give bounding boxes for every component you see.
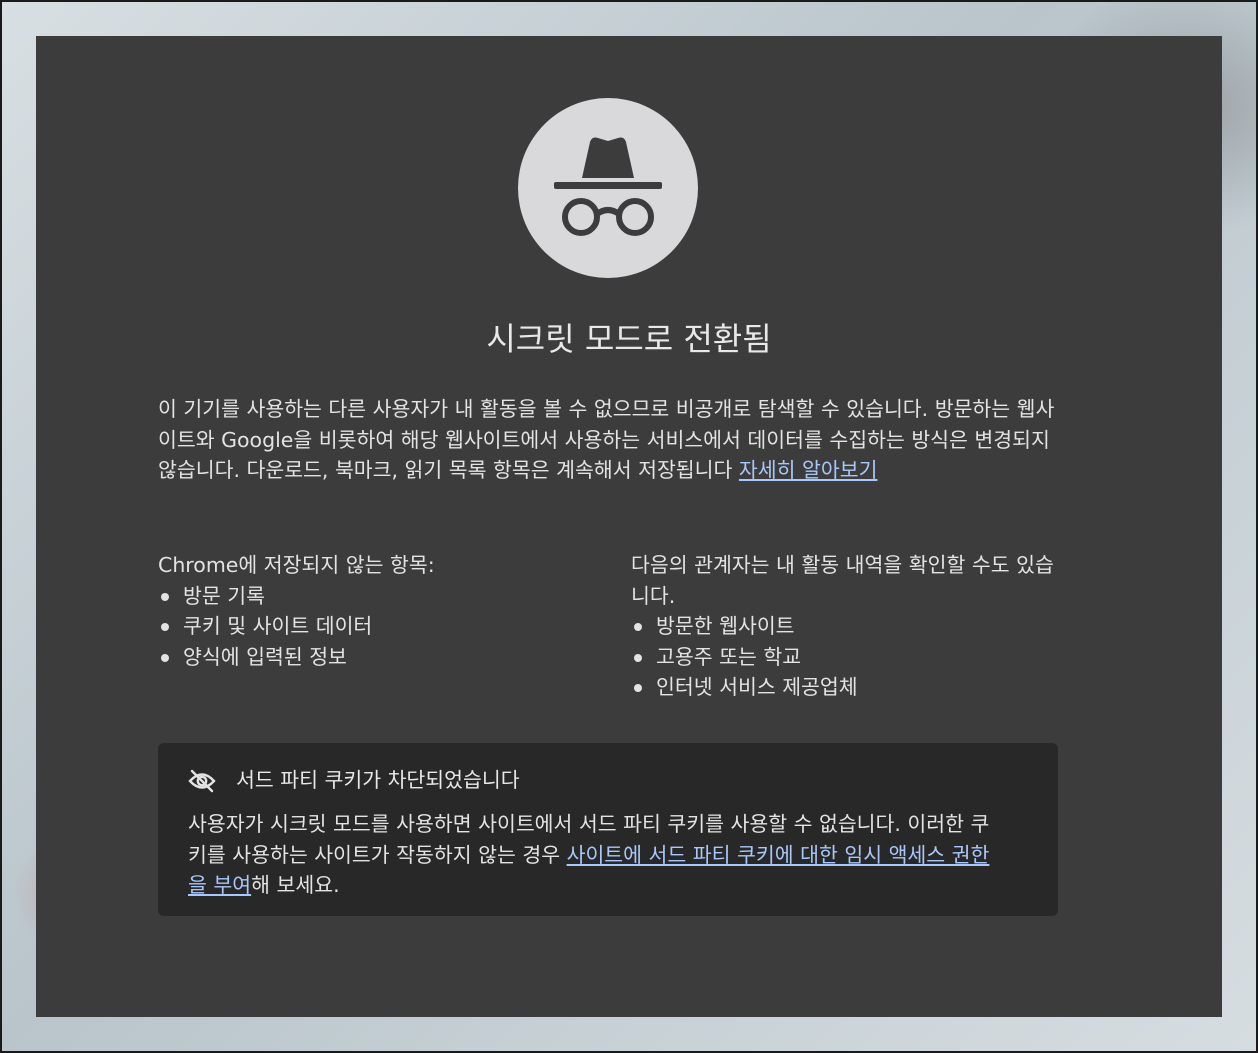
list-item: 쿠키 및 사이트 데이터 <box>158 611 598 642</box>
bullet-icon <box>634 653 642 662</box>
bullet-icon <box>161 592 169 601</box>
list-item: 방문 기록 <box>158 581 598 612</box>
cookies-blocked-description: 사용자가 시크릿 모드를 사용하면 사이트에서 서드 파티 쿠키를 사용할 수 … <box>188 809 998 901</box>
list-item: 인터넷 서비스 제공업체 <box>631 672 1061 703</box>
list-item-label: 인터넷 서비스 제공업체 <box>656 675 858 699</box>
learn-more-link[interactable]: 자세히 알아보기 <box>739 458 878 482</box>
visible-to-list: 방문한 웹사이트 고용주 또는 학교 인터넷 서비스 제공업체 <box>631 611 1061 703</box>
not-saved-section: Chrome에 저장되지 않는 항목: 방문 기록 쿠키 및 사이트 데이터 양… <box>158 550 598 672</box>
not-saved-list: 방문 기록 쿠키 및 사이트 데이터 양식에 입력된 정보 <box>158 581 598 673</box>
eye-off-icon <box>188 769 216 793</box>
bullet-icon <box>161 653 169 662</box>
list-item-label: 방문한 웹사이트 <box>656 614 795 638</box>
cookies-suffix: 해 보세요. <box>251 873 340 897</box>
list-item: 양식에 입력된 정보 <box>158 642 598 673</box>
visible-to-section: 다음의 관계자는 내 활동 내역을 확인할 수도 있습니다. 방문한 웹사이트 … <box>631 550 1061 703</box>
list-item-label: 방문 기록 <box>183 583 265 608</box>
intro-text: 이 기기를 사용하는 다른 사용자가 내 활동을 볼 수 없으므로 비공개로 탐… <box>158 397 1055 482</box>
intro-paragraph: 이 기기를 사용하는 다른 사용자가 내 활동을 볼 수 없으므로 비공개로 탐… <box>158 394 1058 486</box>
bullet-icon <box>634 623 642 631</box>
page-title: 시크릿 모드로 전환됨 <box>486 320 772 358</box>
bullet-icon <box>161 623 169 631</box>
list-item-label: 고용주 또는 학교 <box>656 644 802 669</box>
list-item-label: 양식에 입력된 정보 <box>183 644 347 669</box>
third-party-cookies-card: 서드 파티 쿠키가 차단되었습니다 사용자가 시크릿 모드를 사용하면 사이트에… <box>158 743 1058 916</box>
bullet-icon <box>634 684 642 692</box>
list-item: 방문한 웹사이트 <box>631 611 1061 642</box>
visible-to-heading: 다음의 관계자는 내 활동 내역을 확인할 수도 있습니다. <box>631 553 1054 608</box>
incognito-new-tab-page: 시크릿 모드로 전환됨 이 기기를 사용하는 다른 사용자가 내 활동을 볼 수… <box>36 36 1222 1017</box>
list-item: 고용주 또는 학교 <box>631 642 1061 673</box>
incognito-icon <box>518 98 698 278</box>
list-item-label: 쿠키 및 사이트 데이터 <box>183 614 373 638</box>
not-saved-heading: Chrome에 저장되지 않는 항목: <box>158 553 435 577</box>
cookies-blocked-title: 서드 파티 쿠키가 차단되었습니다 <box>236 768 520 792</box>
